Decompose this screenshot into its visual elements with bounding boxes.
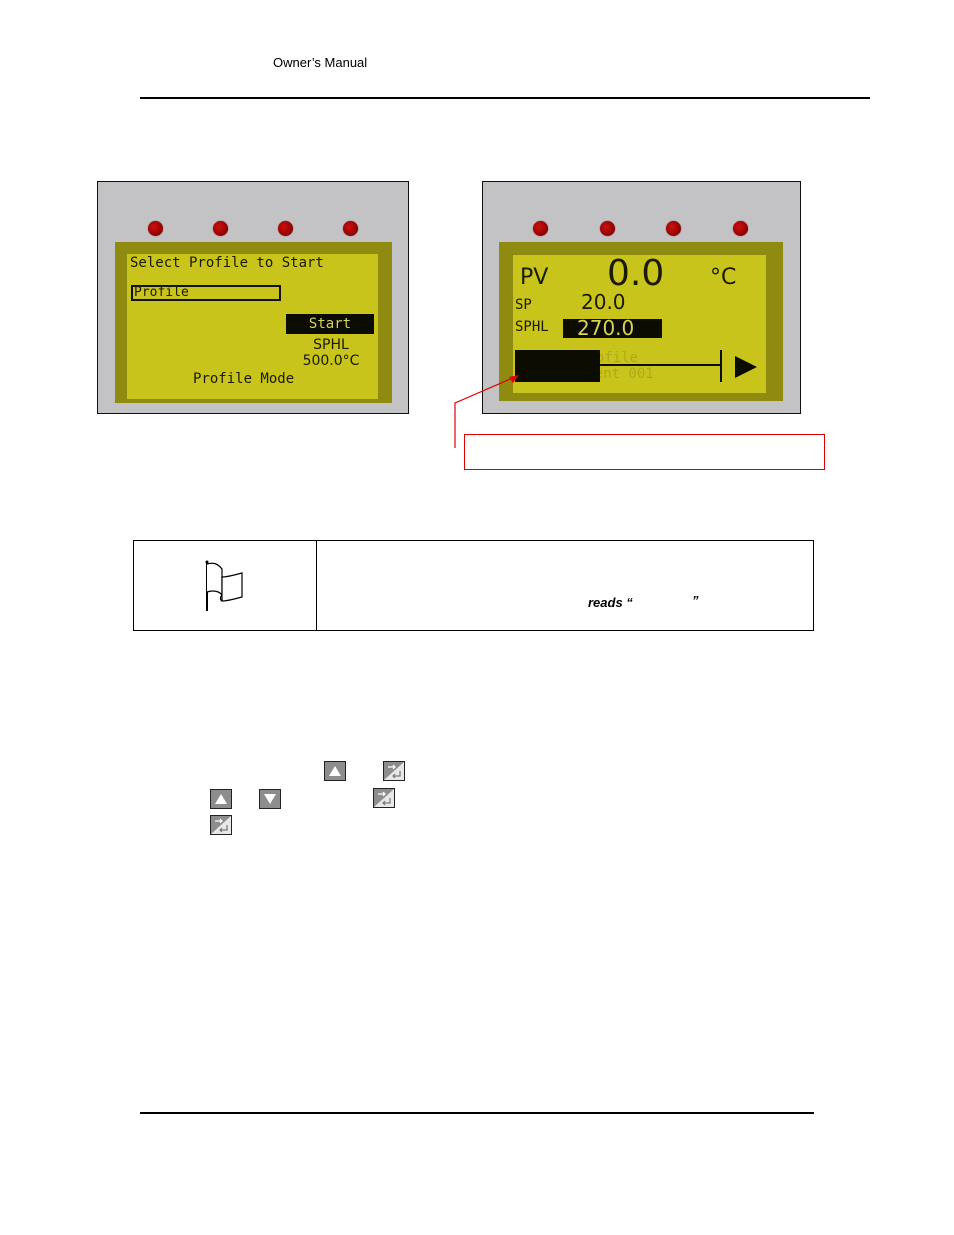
profile-select-field: Profile: [131, 285, 281, 301]
note-table: reads “ ”: [133, 540, 814, 631]
status-led: [278, 221, 293, 236]
status-led: [343, 221, 358, 236]
profile-label: Profile: [579, 350, 639, 366]
document-header-title: Owner’s Manual: [273, 55, 368, 70]
note-reads-text: reads “: [588, 595, 633, 610]
header-divider: [140, 97, 870, 99]
sp-label: SP: [515, 297, 532, 313]
status-led: [600, 221, 615, 236]
status-led: [666, 221, 681, 236]
footer-divider: [140, 1112, 814, 1114]
lcd-title: Select Profile to Start: [130, 255, 324, 271]
lcd-bezel: Select Profile to Start Profile Start SP…: [115, 242, 392, 403]
down-arrow-key-icon: [259, 789, 281, 809]
status-led: [733, 221, 748, 236]
unit-label: °C: [710, 265, 737, 290]
lcd-screen: PV 0.0 °C SP 20.0 SPHL 270.0 Profile Seg…: [513, 253, 766, 393]
setpoint-value: 500.0°C: [302, 353, 360, 369]
sp-value: 20.0: [581, 290, 626, 314]
note-close-quote: ”: [692, 593, 699, 608]
sphl-label: SPHL: [515, 319, 549, 335]
enter-key-icon: [210, 815, 232, 835]
segment-progress-end-marker: [720, 350, 722, 382]
status-led: [148, 221, 163, 236]
mode-label: Profile Mode: [193, 371, 295, 387]
controller-figure-select-profile: Select Profile to Start Profile Start SP…: [97, 181, 409, 414]
pv-label: PV: [520, 265, 549, 290]
controller-figure-profile-running: PV 0.0 °C SP 20.0 SPHL 270.0 Profile Seg…: [482, 181, 801, 414]
start-button: Start: [286, 314, 374, 334]
setpoint-label: SPHL: [313, 337, 349, 353]
flag-icon: [205, 560, 243, 611]
enter-key-icon: [383, 761, 405, 781]
lcd-bezel: PV 0.0 °C SP 20.0 SPHL 270.0 Profile Seg…: [499, 242, 783, 401]
callout-box: [464, 434, 825, 470]
sphl-value: 270.0: [563, 318, 662, 338]
segment-label: Segment 001: [561, 366, 654, 382]
up-arrow-key-icon: [210, 789, 232, 809]
enter-key-icon: [373, 788, 395, 808]
status-led: [533, 221, 548, 236]
play-icon: [735, 356, 757, 378]
status-led: [213, 221, 228, 236]
note-text-cell: reads “ ”: [317, 541, 813, 630]
lcd-screen: Select Profile to Start Profile Start SP…: [127, 254, 378, 399]
pv-value: 0.0: [607, 253, 665, 294]
up-arrow-key-icon: [324, 761, 346, 781]
note-icon-cell: [134, 541, 317, 630]
